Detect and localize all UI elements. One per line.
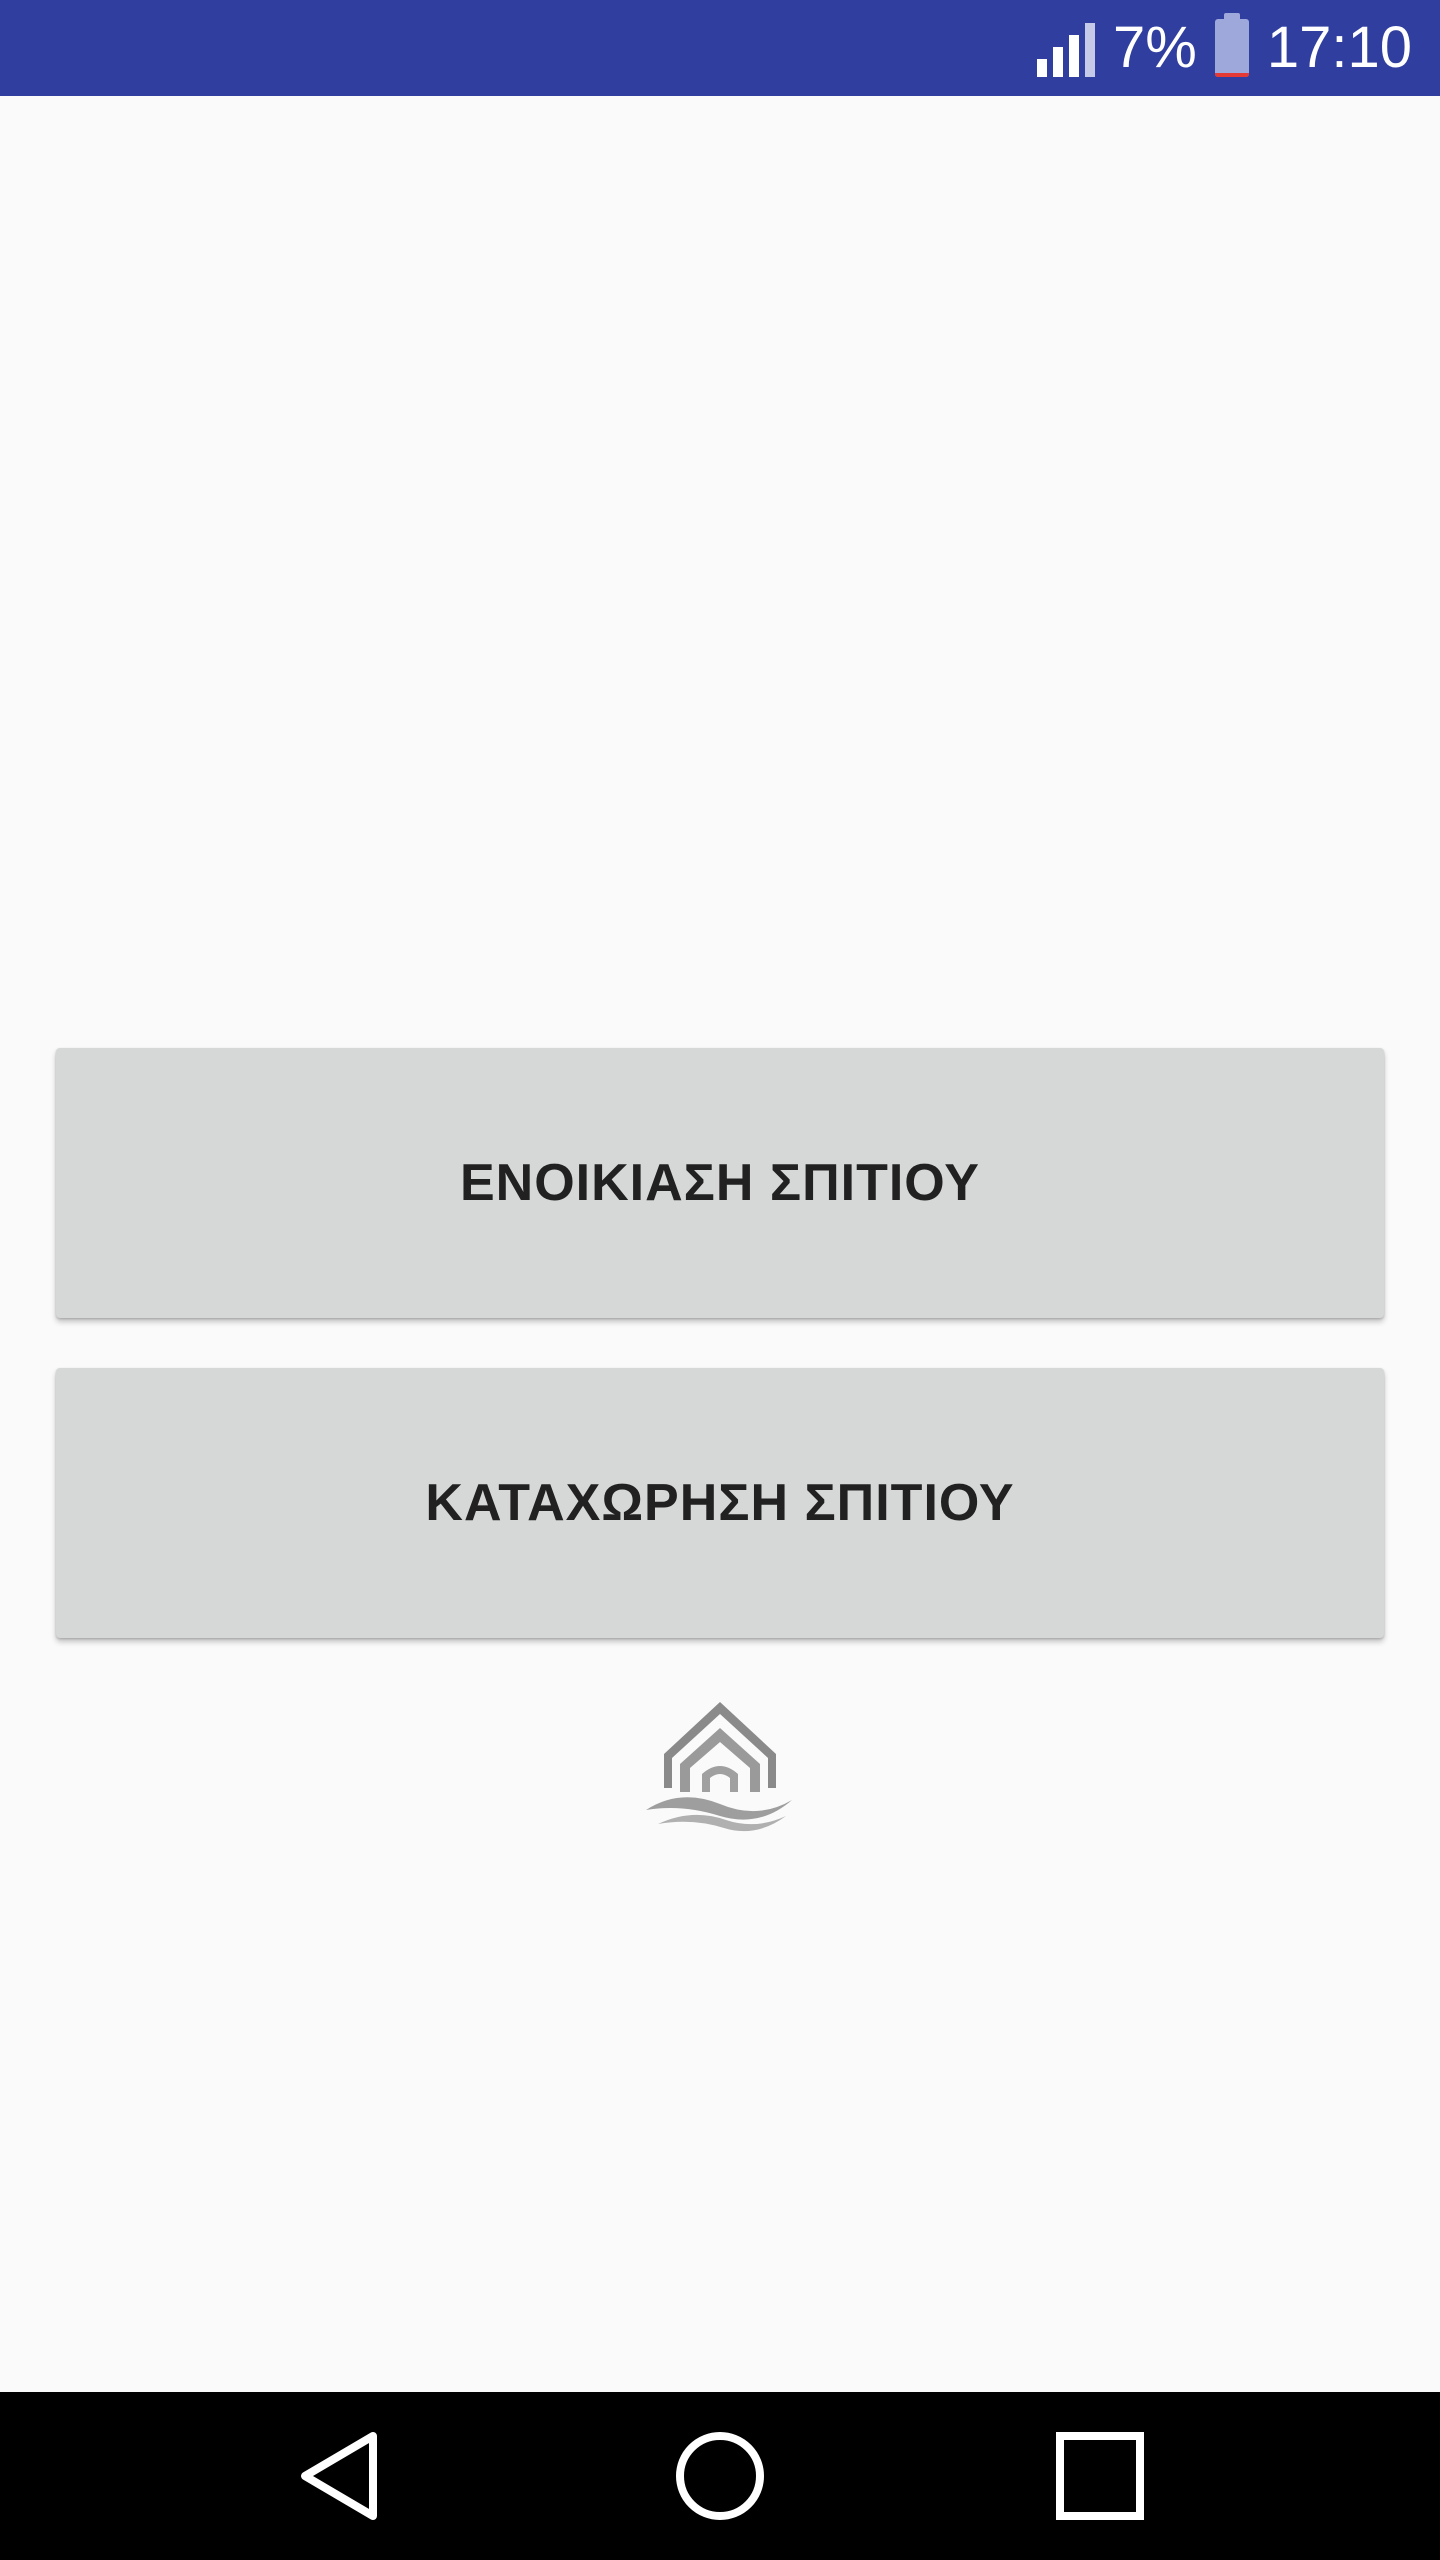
navigation-bar bbox=[0, 2392, 1440, 2560]
home-circle-icon bbox=[676, 2432, 764, 2520]
battery-level bbox=[1214, 72, 1249, 77]
status-indicators: 7% 17:10 bbox=[1037, 0, 1412, 96]
register-house-button[interactable]: ΚΑΤΑΧΩΡΗΣΗ ΣΠΙΤΙΟΥ bbox=[56, 1368, 1384, 1638]
home-button[interactable] bbox=[670, 2426, 770, 2526]
house-waves-logo-icon bbox=[646, 1702, 792, 1832]
rent-house-button[interactable]: ΕΝΟΙΚΙΑΣΗ ΣΠΙΤΙΟΥ bbox=[56, 1048, 1384, 1318]
battery-icon bbox=[1214, 13, 1249, 77]
status-bar: 7% 17:10 bbox=[0, 0, 1440, 96]
back-triangle-icon bbox=[301, 2432, 377, 2520]
recents-button[interactable] bbox=[1050, 2426, 1150, 2526]
main-content: ΕΝΟΙΚΙΑΣΗ ΣΠΙΤΙΟΥ ΚΑΤΑΧΩΡΗΣΗ ΣΠΙΤΙΟΥ bbox=[0, 96, 1440, 2392]
battery-percent: 7% bbox=[1113, 15, 1197, 80]
clock-time: 17:10 bbox=[1266, 15, 1412, 80]
signal-icon bbox=[1037, 19, 1096, 77]
recents-square-icon bbox=[1056, 2432, 1144, 2520]
back-button[interactable] bbox=[290, 2426, 390, 2526]
